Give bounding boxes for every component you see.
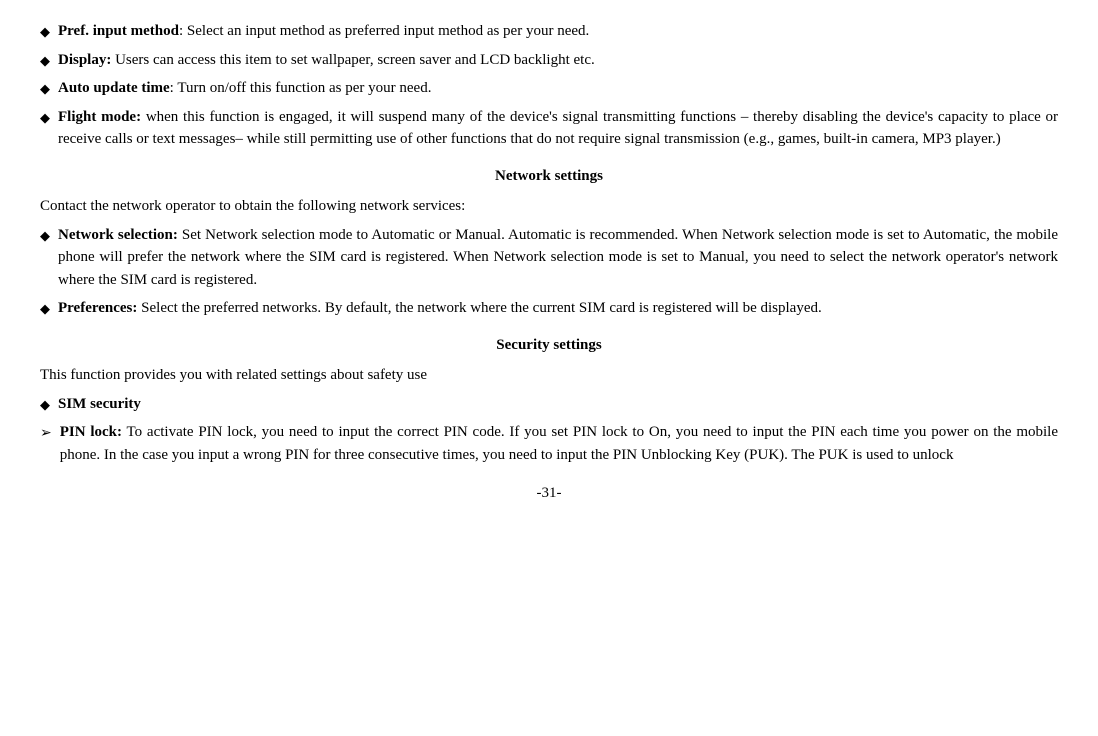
diamond-icon-4: ◆ [40,108,50,128]
page-number: -31- [40,482,1058,505]
diamond-icon-5: ◆ [40,226,50,246]
bullet-pref-input-text: Pref. input method: Select an input meth… [58,20,1058,43]
bullet-auto-update: ◆ Auto update time: Turn on/off this fun… [40,77,1058,100]
network-intro: Contact the network operator to obtain t… [40,195,1058,218]
bullet-display: ◆ Display: Users can access this item to… [40,49,1058,72]
bullet-flight-mode-text: Flight mode: when this function is engag… [58,106,1058,151]
bullet-preferences: ◆ Preferences: Select the preferred netw… [40,297,1058,320]
bullet-network-selection-text: Network selection: Set Network selection… [58,224,1058,292]
diamond-icon-3: ◆ [40,79,50,99]
diamond-icon-2: ◆ [40,51,50,71]
bullet-auto-update-text: Auto update time: Turn on/off this funct… [58,77,1058,100]
bullet-sim-security: ◆ SIM security [40,393,1058,416]
bullet-preferences-text: Preferences: Select the preferred networ… [58,297,1058,320]
security-intro: This function provides you with related … [40,364,1058,387]
diamond-icon-6: ◆ [40,299,50,319]
bullet-pref-input: ◆ Pref. input method: Select an input me… [40,20,1058,43]
security-settings-heading: Security settings [40,334,1058,357]
diamond-icon-1: ◆ [40,22,50,42]
bullet-sim-security-text: SIM security [58,393,1058,416]
bullet-network-selection: ◆ Network selection: Set Network selecti… [40,224,1058,292]
bullet-flight-mode: ◆ Flight mode: when this function is eng… [40,106,1058,151]
network-settings-heading: Network settings [40,165,1058,188]
diamond-icon-7: ◆ [40,395,50,415]
bullet-pin-lock: ➢ PIN lock: To activate PIN lock, you ne… [40,421,1058,466]
bullet-display-text: Display: Users can access this item to s… [58,49,1058,72]
arrow-icon-1: ➢ [40,423,52,444]
bullet-pin-lock-text: PIN lock: To activate PIN lock, you need… [60,421,1058,466]
